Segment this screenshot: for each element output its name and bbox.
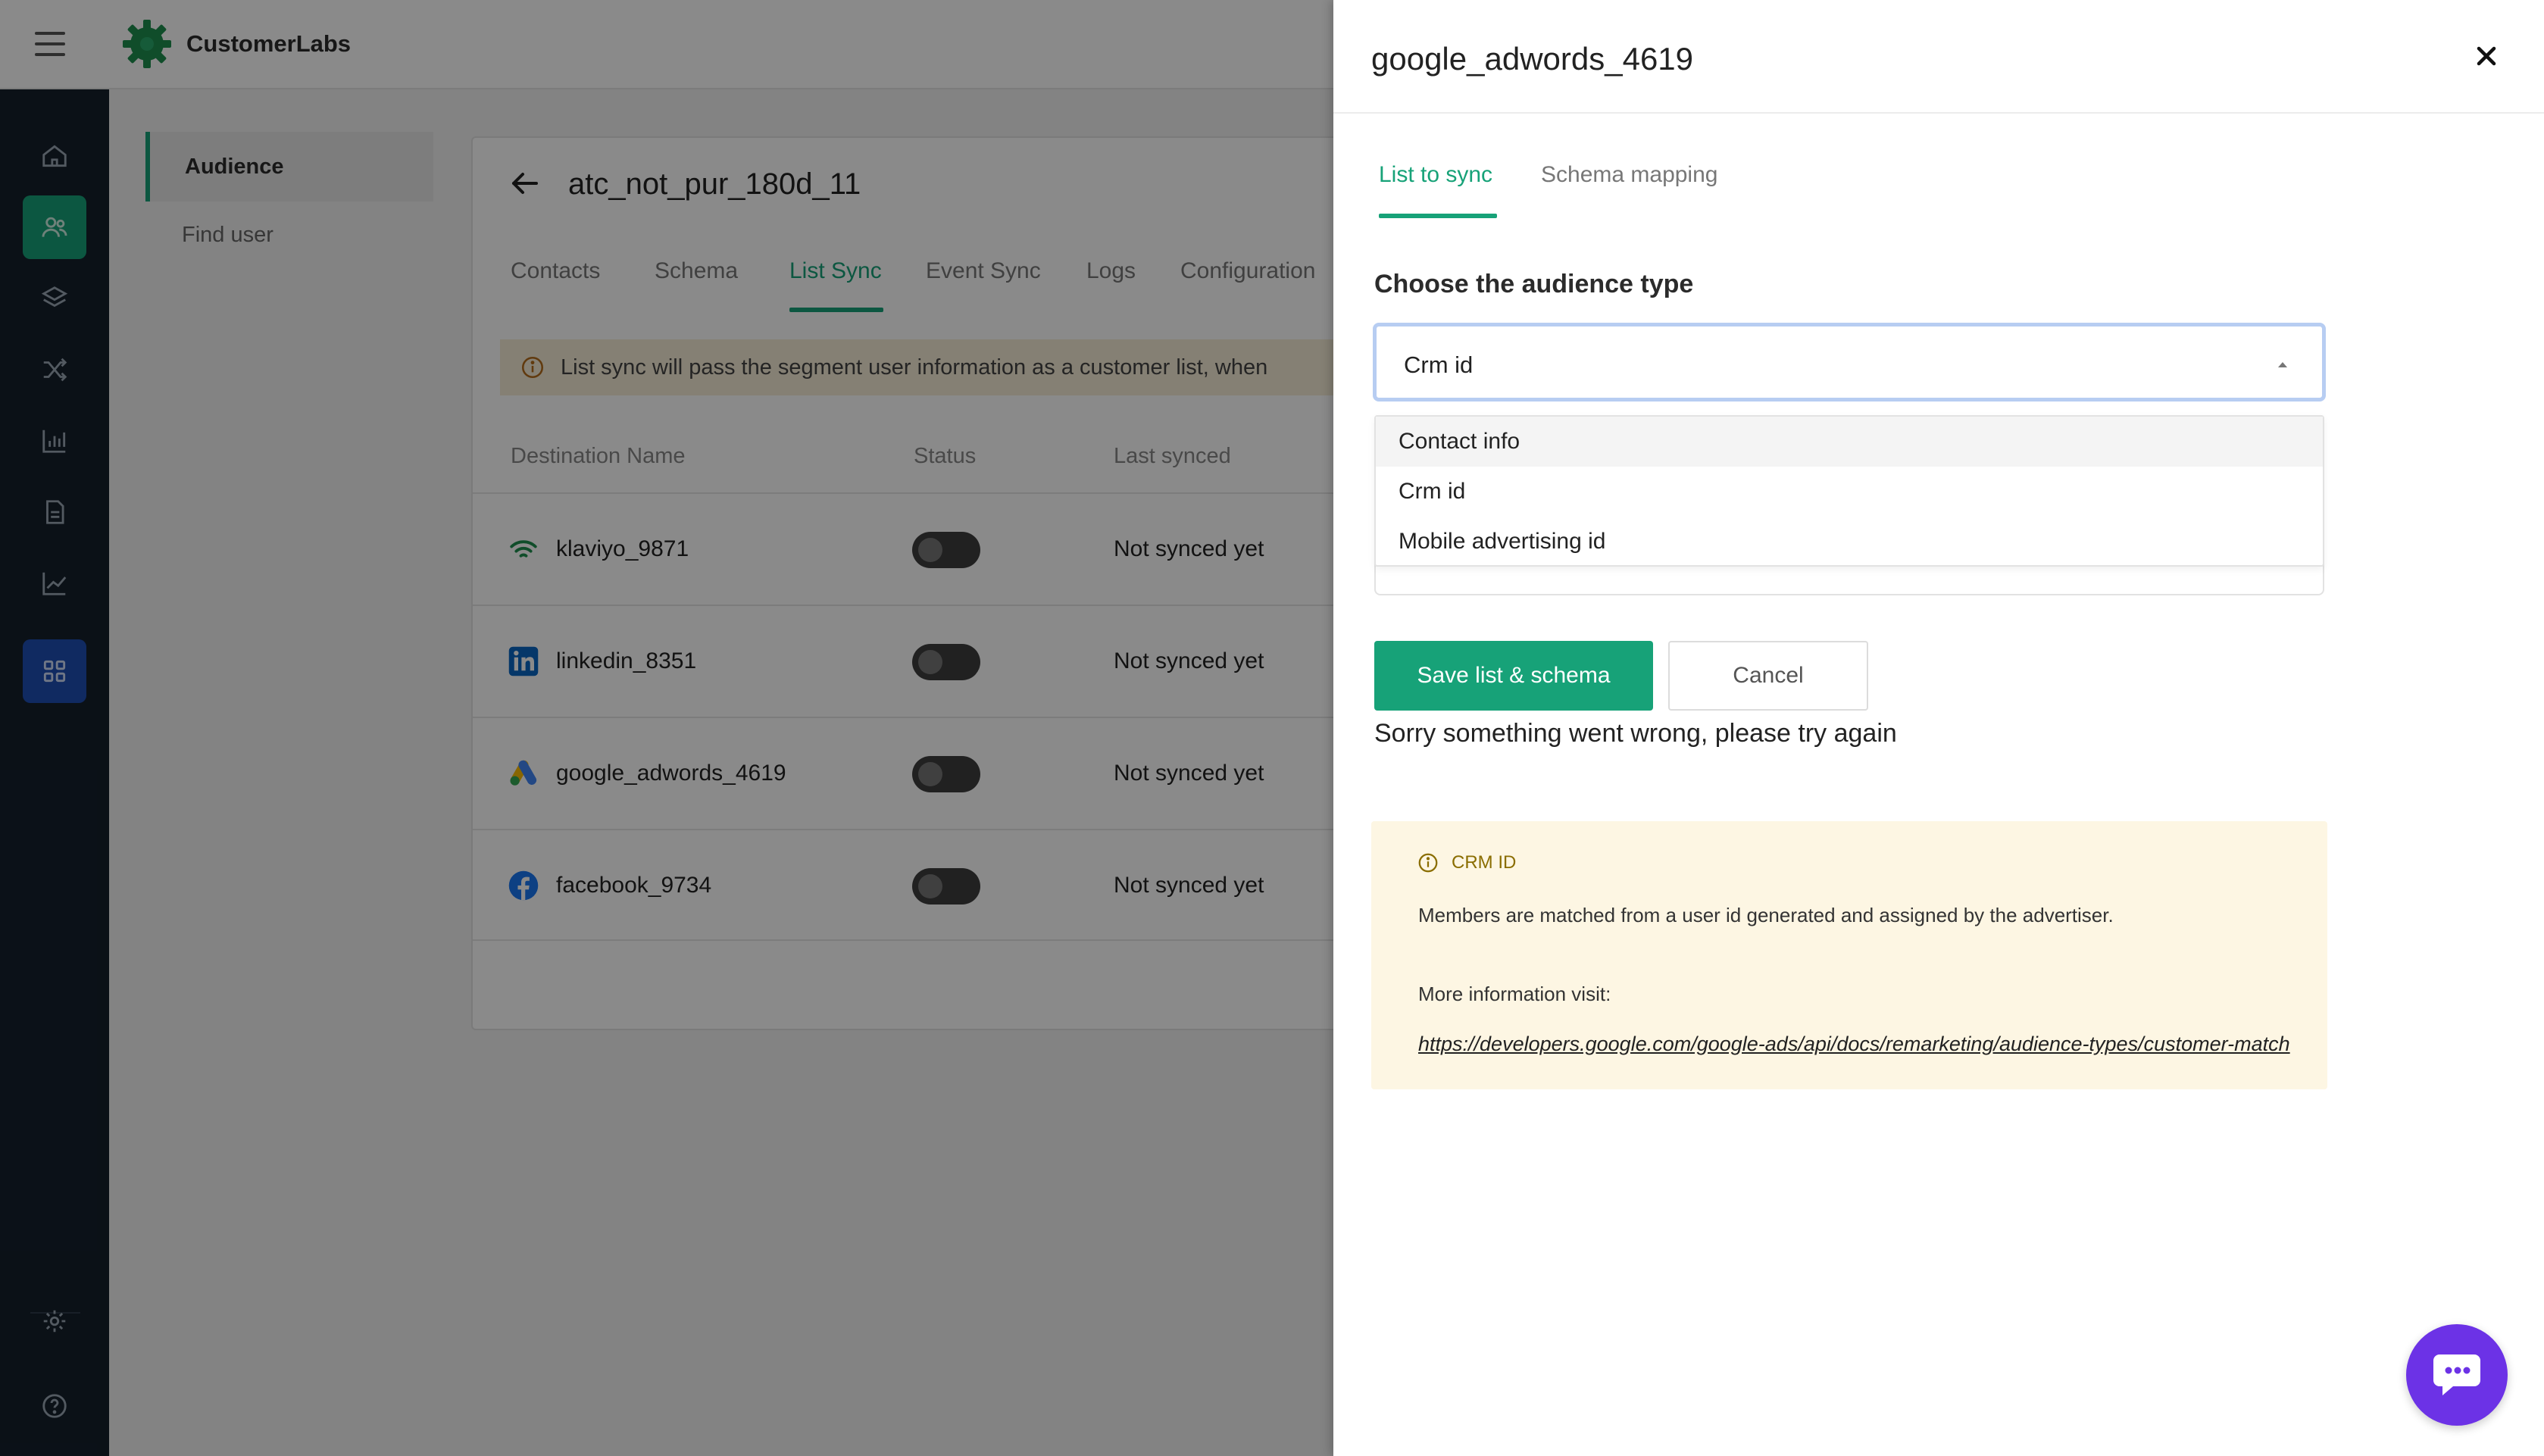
info-description: Members are matched from a user id gener…	[1418, 904, 2114, 926]
info-title: CRM ID	[1452, 852, 1517, 873]
audience-type-label: Choose the audience type	[1374, 270, 1694, 298]
crm-id-info-box: CRM ID Members are matched from a user i…	[1371, 821, 2327, 1089]
chat-widget-button[interactable]	[2406, 1324, 2508, 1426]
documentation-link[interactable]: https://developers.google.com/google-ads…	[1418, 1030, 2290, 1058]
audience-type-dropdown: Contact info Crm id Mobile advertising i…	[1374, 415, 2324, 567]
destination-drawer: google_adwords_4619 List to sync Schema …	[1333, 0, 2544, 1456]
cancel-button[interactable]: Cancel	[1668, 641, 1868, 711]
active-tab-underline	[1379, 214, 1497, 218]
tab-list-to-sync[interactable]: List to sync	[1379, 159, 1492, 191]
caret-up-icon	[2275, 358, 2290, 370]
drawer-header: google_adwords_4619	[1333, 0, 2544, 114]
info-more-label: More information visit:	[1418, 983, 1611, 1005]
modal-backdrop[interactable]	[0, 0, 1333, 1456]
save-list-schema-button[interactable]: Save list & schema	[1374, 641, 1653, 711]
chat-bubble-icon	[2433, 1354, 2480, 1395]
option-mobile-advertising-id[interactable]: Mobile advertising id	[1376, 517, 2323, 567]
audience-type-select[interactable]: Crm id	[1373, 323, 2326, 401]
info-icon	[1417, 851, 1439, 874]
drawer-title: google_adwords_4619	[1371, 41, 1694, 77]
option-contact-info[interactable]: Contact info	[1376, 417, 2323, 467]
tab-schema-mapping[interactable]: Schema mapping	[1541, 159, 1717, 191]
close-icon[interactable]	[2470, 39, 2503, 73]
error-message: Sorry something went wrong, please try a…	[1374, 719, 1897, 748]
selected-value: Crm id	[1404, 352, 1474, 378]
option-crm-id[interactable]: Crm id	[1376, 467, 2323, 517]
